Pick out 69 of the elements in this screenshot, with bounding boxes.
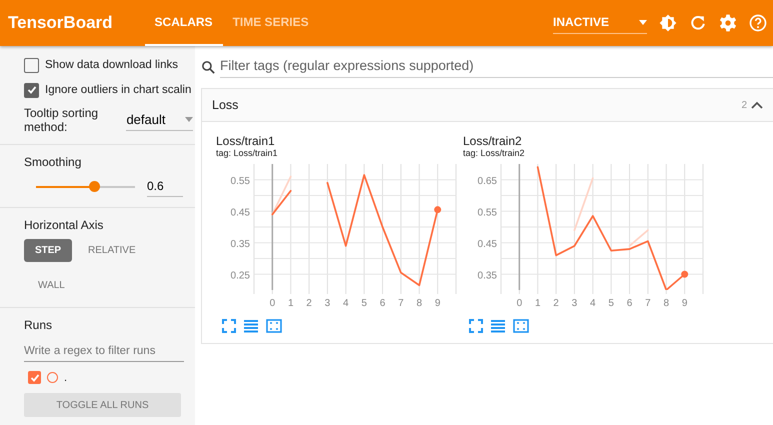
list-icon[interactable] xyxy=(491,319,505,333)
chart-title: Loss/train2 xyxy=(463,134,523,148)
x-tick-label: 7 xyxy=(398,298,404,309)
y-tick-label: 0.35 xyxy=(230,238,250,250)
x-tick-label: 8 xyxy=(664,298,670,309)
last-point-marker xyxy=(434,206,442,214)
x-tick-label: 1 xyxy=(288,298,294,309)
x-tick-label: 8 xyxy=(416,298,422,309)
fit-domain-icon[interactable] xyxy=(266,319,282,333)
y-tick-label: 0.35 xyxy=(478,270,497,282)
run-checkbox[interactable] xyxy=(28,371,41,384)
settings-icon[interactable] xyxy=(718,13,738,33)
tooltip-sorting-dropdown[interactable]: default xyxy=(126,109,193,131)
x-tick-label: 5 xyxy=(361,298,367,309)
y-tick-label: 0.65 xyxy=(478,176,497,187)
search-icon xyxy=(201,60,216,74)
y-tick-label: 0.25 xyxy=(230,270,250,282)
toggle-all-runs-button[interactable]: TOGGLE ALL RUNS xyxy=(24,393,181,417)
fullscreen-icon[interactable] xyxy=(222,319,236,333)
group-title: Loss xyxy=(212,98,238,112)
fullscreen-icon[interactable] xyxy=(469,319,483,333)
horizontal-axis-label: Horizontal Axis xyxy=(24,218,104,232)
y-tick-label: 0.45 xyxy=(230,207,250,218)
fit-domain-icon[interactable] xyxy=(513,319,529,333)
runs-label: Runs xyxy=(24,318,54,332)
axis-option-button[interactable]: STEP xyxy=(24,239,72,262)
chart-tag: tag: Loss/train2 xyxy=(463,148,710,158)
run-status-dropdown[interactable]: INACTIVE xyxy=(553,12,647,34)
y-tick-label: 0.55 xyxy=(230,176,250,187)
tooltip-sorting-label: Tooltip sorting method: xyxy=(24,106,100,134)
x-tick-label: 7 xyxy=(645,298,651,309)
option-checkbox[interactable]: Show data download links xyxy=(24,56,178,74)
x-tick-label: 3 xyxy=(572,298,578,309)
app-title: TensorBoard xyxy=(7,13,114,33)
x-tick-label: 2 xyxy=(553,298,559,309)
x-tick-label: 5 xyxy=(608,298,614,309)
dropdown-caret-icon xyxy=(639,20,647,24)
smoothing-input[interactable]: 0.6 xyxy=(147,176,183,197)
run-filter-field[interactable]: Write a regex to filter runs xyxy=(24,341,184,362)
x-tick-label: 0 xyxy=(516,298,522,309)
x-tick-label: 2 xyxy=(306,298,312,309)
tag-group-header[interactable]: Loss 2 xyxy=(202,89,773,122)
smoothing-label: Smoothing xyxy=(24,155,82,169)
x-tick-label: 4 xyxy=(590,298,596,309)
list-icon[interactable] xyxy=(244,319,258,333)
x-tick-label: 9 xyxy=(682,298,688,309)
checkmark-icon xyxy=(30,372,40,382)
x-tick-label: 0 xyxy=(270,298,276,309)
chart-tag: tag: Loss/train1 xyxy=(216,148,463,158)
axis-option-button[interactable]: RELATIVE xyxy=(88,239,136,262)
last-point-marker xyxy=(681,270,688,278)
x-tick-label: 6 xyxy=(626,298,632,309)
option-checkbox[interactable]: Ignore outliers in chart scalin xyxy=(24,81,192,99)
run-name: . xyxy=(64,372,68,384)
x-tick-label: 4 xyxy=(343,298,349,309)
group-count: 2 xyxy=(741,100,747,110)
x-tick-label: 6 xyxy=(380,298,386,309)
chart-title: Loss/train1 xyxy=(216,134,276,148)
x-tick-label: 3 xyxy=(324,298,330,309)
y-tick-label: 0.45 xyxy=(478,238,497,250)
x-tick-label: 1 xyxy=(534,298,540,309)
x-tick-label: 9 xyxy=(434,298,440,309)
checkmark-icon xyxy=(26,85,36,95)
brightness-icon[interactable] xyxy=(658,13,678,33)
tag-filter-field[interactable]: Filter tags (regular expressions supported) xyxy=(220,56,773,78)
y-tick-label: 0.55 xyxy=(478,207,497,218)
axis-option-button[interactable]: WALL xyxy=(24,274,65,297)
dropdown-caret-icon xyxy=(185,117,193,122)
help-icon[interactable] xyxy=(748,13,768,33)
